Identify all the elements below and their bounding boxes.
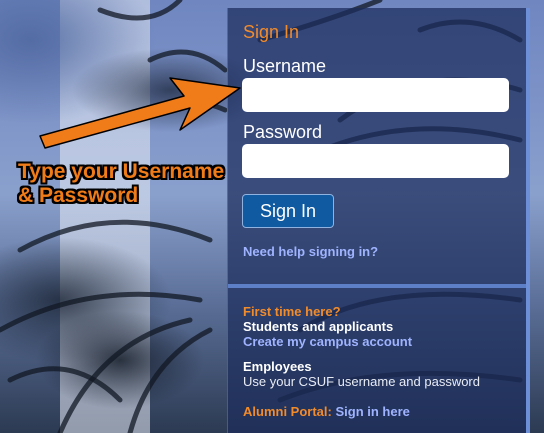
annotation-line-1: Type your Username <box>18 160 225 183</box>
annotation-line-2: & Password <box>18 184 139 207</box>
annotation-callout: Type your Username & Password <box>18 160 224 208</box>
annotation-arrow-icon <box>39 77 241 149</box>
